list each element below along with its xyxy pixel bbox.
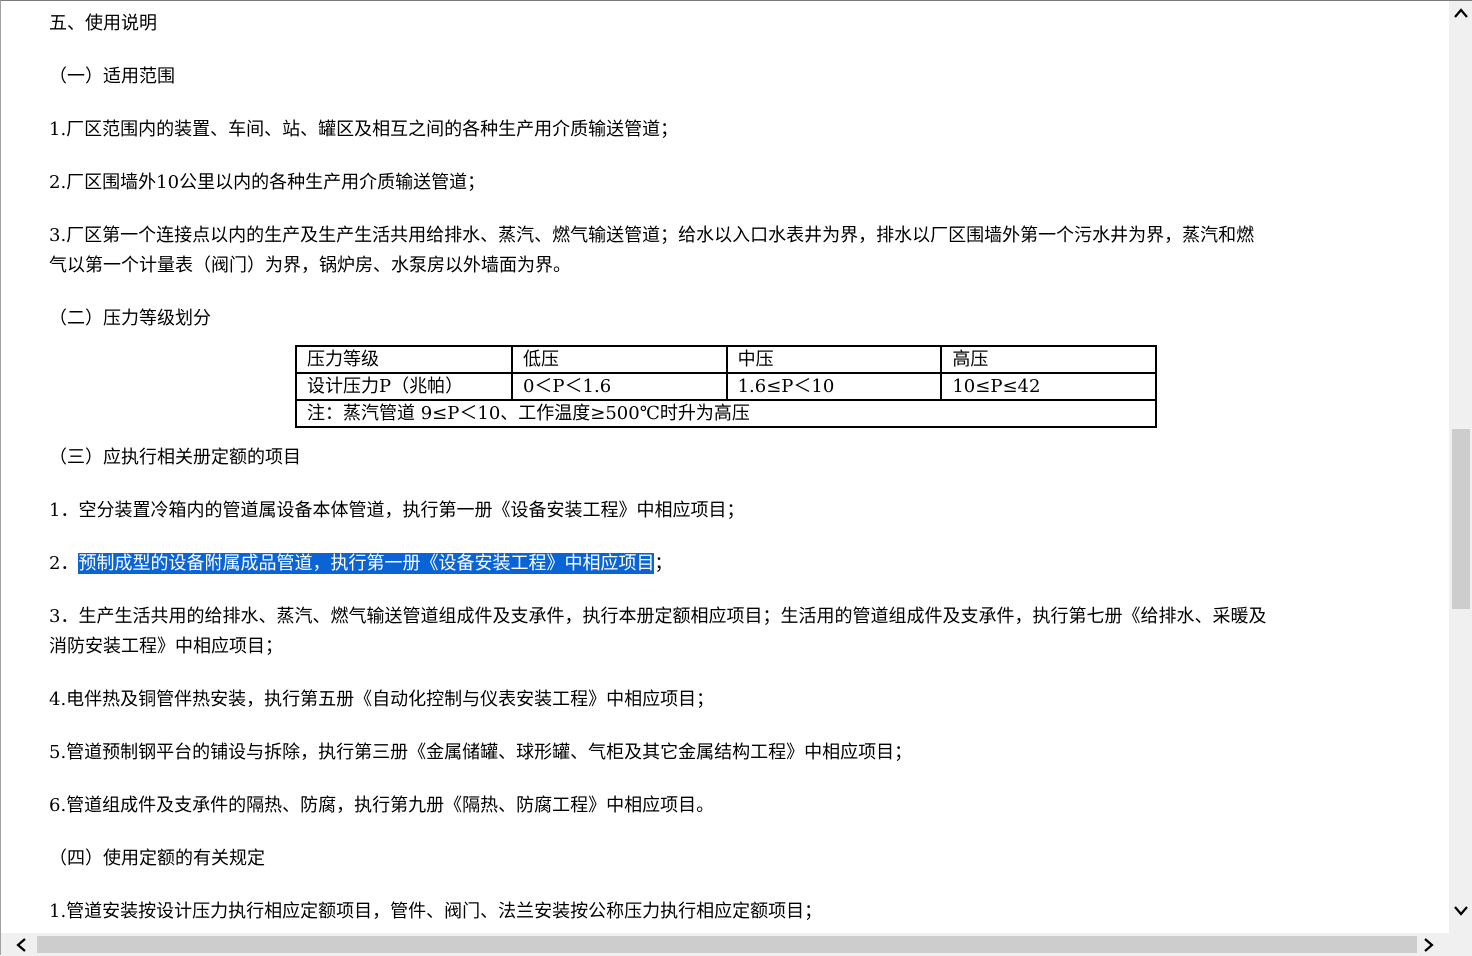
related-item-2-suffix: ； (654, 553, 673, 574)
table-note-row: 注：蒸汽管道 9≤P＜10、工作温度≥500℃时升为高压 (295, 399, 1157, 428)
subsection-2-title: （二）压力等级划分 (49, 308, 211, 329)
subsection-3-title: （三）应执行相关册定额的项目 (49, 447, 301, 468)
related-item-4: 4.电伴热及铜管伴热安装，执行第五册《自动化控制与仪表安装工程》中相应项目； (49, 689, 715, 710)
horizontal-scroll-thumb[interactable] (37, 936, 1417, 953)
table-cell: 1.6≤P＜10 (725, 372, 943, 401)
subsection-4-title: （四）使用定额的有关规定 (49, 848, 265, 869)
table-row: 设计压力P（兆帕） 0＜P＜1.6 1.6≤P＜10 10≤P≤42 (295, 372, 1157, 401)
scope-item-3-line-2: 气以第一个计量表（阀门）为界，锅炉房、水泵房以外墙面为界。 (49, 255, 571, 276)
scroll-down-icon[interactable] (1449, 899, 1472, 923)
table-cell: 压力等级 (295, 345, 513, 374)
table-header-row: 压力等级 低压 中压 高压 (295, 345, 1157, 374)
section-title: 五、使用说明 (49, 13, 157, 34)
table-cell: 高压 (940, 345, 1157, 374)
scroll-right-icon[interactable] (1417, 933, 1441, 956)
related-item-2[interactable]: 2．预制成型的设备附属成品管道，执行第一册《设备安装工程》中相应项目； (49, 549, 1409, 579)
related-item-6: 6.管道组成件及支承件的隔热、防腐，执行第九册《隔热、防腐工程》中相应项目。 (49, 795, 715, 816)
table-note: 注：蒸汽管道 9≤P＜10、工作温度≥500℃时升为高压 (295, 399, 1157, 428)
table-cell: 0＜P＜1.6 (510, 372, 728, 401)
table-cell: 低压 (510, 345, 728, 374)
scope-item-1: 1.厂区范围内的装置、车间、站、罐区及相互之间的各种生产用介质输送管道； (49, 119, 679, 140)
related-item-2-prefix: 2． (49, 553, 79, 574)
scope-item-2: 2.厂区围墙外10公里以内的各种生产用介质输送管道； (49, 172, 486, 193)
text-selection[interactable]: 预制成型的设备附属成品管道，执行第一册《设备安装工程》中相应项目 (78, 553, 655, 574)
subsection-1-title: （一）适用范围 (49, 66, 175, 87)
document-content: 五、使用说明 （一）适用范围 1.厂区范围内的装置、车间、站、罐区及相互之间的各… (1, 1, 1449, 933)
rules-item-1: 1.管道安装按设计压力执行相应定额项目，管件、阀门、法兰安装按公称压力执行相应定… (49, 901, 823, 922)
table-cell: 10≤P≤42 (940, 372, 1157, 401)
vertical-scroll-thumb[interactable] (1452, 429, 1470, 609)
document-viewer: 五、使用说明 （一）适用范围 1.厂区范围内的装置、车间、站、罐区及相互之间的各… (0, 0, 1472, 956)
horizontal-scrollbar[interactable] (1, 933, 1449, 956)
vertical-scrollbar[interactable] (1449, 1, 1472, 933)
table-cell: 设计压力P（兆帕） (295, 372, 513, 401)
scope-item-3-line-1: 3.厂区第一个连接点以内的生产及生产生活共用给排水、蒸汽、燃气输送管道；给水以入… (49, 225, 1255, 246)
related-item-1: 1．空分装置冷箱内的管道属设备本体管道，执行第一册《设备安装工程》中相应项目； (49, 500, 745, 521)
related-item-3-line-2: 消防安装工程》中相应项目； (49, 636, 283, 657)
scroll-left-icon[interactable] (9, 933, 33, 956)
pressure-grade-table: 压力等级 低压 中压 高压 设计压力P（兆帕） 0＜P＜1.6 1.6≤P＜10… (295, 345, 1157, 428)
related-item-3-line-1: 3．生产生活共用的给排水、蒸汽、燃气输送管道组成件及支承件，执行本册定额相应项目… (49, 606, 1267, 627)
scrollbar-corner (1449, 933, 1472, 956)
table-cell: 中压 (725, 345, 943, 374)
scroll-up-icon[interactable] (1449, 1, 1472, 25)
related-item-5: 5.管道预制钢平台的铺设与拆除，执行第三册《金属储罐、球形罐、气柜及其它金属结构… (49, 742, 913, 763)
